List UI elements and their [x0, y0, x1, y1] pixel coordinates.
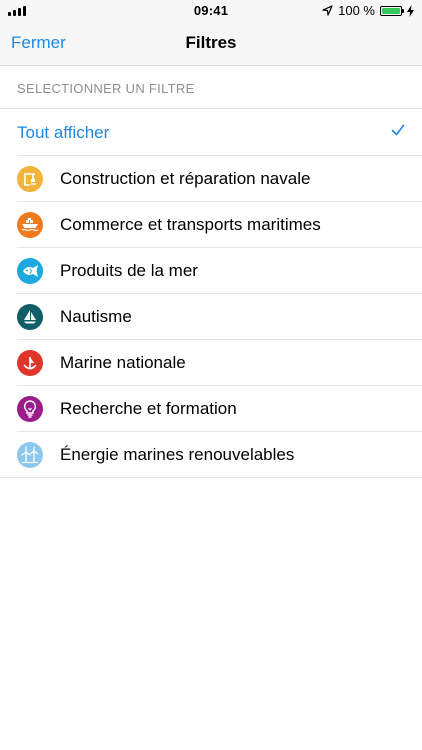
cargo-ship-icon [17, 211, 43, 238]
filter-item-label: Marine nationale [60, 352, 186, 372]
filter-list: Tout afficher Construction et réparation… [0, 110, 422, 478]
filter-item-commerce[interactable]: Commerce et transports maritimes [17, 202, 422, 248]
filter-item-navy[interactable]: Marine nationale [17, 340, 422, 386]
wind-turbine-icon [17, 441, 43, 468]
navigation-bar: Fermer Filtres [0, 22, 422, 66]
lightbulb-icon [17, 395, 43, 422]
battery-percent: 100 % [338, 3, 375, 18]
section-header: SELECTIONNER UN FILTRE [0, 66, 422, 109]
page-title: Filtres [185, 33, 237, 52]
filter-item-label: Recherche et formation [60, 398, 237, 418]
filter-item-label: Construction et réparation navale [60, 168, 311, 188]
filter-item-nautism[interactable]: Nautisme [17, 294, 422, 340]
crane-icon [17, 165, 43, 192]
filter-item-label: Nautisme [60, 306, 132, 326]
anchor-icon [17, 349, 43, 376]
filter-item-label: Produits de la mer [60, 260, 198, 280]
charging-bolt-icon [407, 4, 414, 17]
status-right: 100 % [322, 3, 414, 18]
fish-icon [17, 257, 43, 284]
sailboat-icon [17, 303, 43, 330]
battery-icon [380, 5, 404, 16]
filter-item-research[interactable]: Recherche et formation [17, 386, 422, 432]
status-bar: 09:41 100 % [0, 0, 422, 22]
checkmark-icon [391, 124, 405, 136]
filter-show-all[interactable]: Tout afficher [17, 110, 422, 156]
filter-item-label: Énergie marines renouvelables [60, 444, 295, 464]
filter-item-label: Commerce et transports maritimes [60, 214, 321, 234]
location-arrow-icon [322, 5, 333, 16]
filter-item-construction[interactable]: Construction et réparation navale [17, 156, 422, 202]
show-all-label: Tout afficher [17, 122, 110, 142]
filter-item-energy[interactable]: Énergie marines renouvelables [0, 432, 422, 478]
filter-item-seafood[interactable]: Produits de la mer [17, 248, 422, 294]
